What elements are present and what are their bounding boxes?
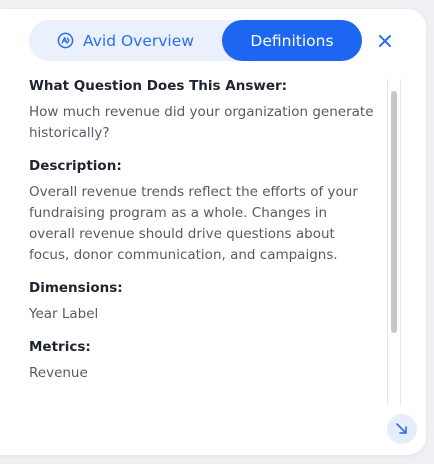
tab-definitions-label: Definitions (250, 31, 334, 50)
dimensions-title: Dimensions: (29, 280, 123, 296)
avid-logo-icon (57, 32, 74, 49)
close-icon[interactable] (376, 32, 394, 50)
question-text: How much revenue did your organization g… (29, 104, 374, 141)
question-title: What Question Does This Answer: (29, 78, 288, 94)
dimensions-text: Year Label (29, 306, 99, 322)
description-title: Description: (29, 158, 122, 174)
definitions-content: What Question Does This Answer: How much… (29, 77, 374, 397)
scrollbar-thumb[interactable] (391, 91, 397, 333)
tab-avid-overview[interactable]: Avid Overview (29, 20, 222, 61)
collapse-arrow-icon (396, 423, 407, 434)
tab-definitions[interactable]: Definitions (222, 20, 362, 61)
collapse-button[interactable] (387, 414, 417, 444)
metrics-title: Metrics: (29, 339, 91, 355)
description-text: Overall revenue trends reflect the effor… (29, 184, 358, 263)
tab-avid-overview-label: Avid Overview (83, 31, 194, 50)
metrics-text: Revenue (29, 365, 88, 381)
scrollbar[interactable] (387, 79, 401, 405)
tab-switcher: Avid Overview Definitions (29, 20, 362, 61)
definitions-panel: Avid Overview Definitions What Question … (0, 9, 426, 455)
